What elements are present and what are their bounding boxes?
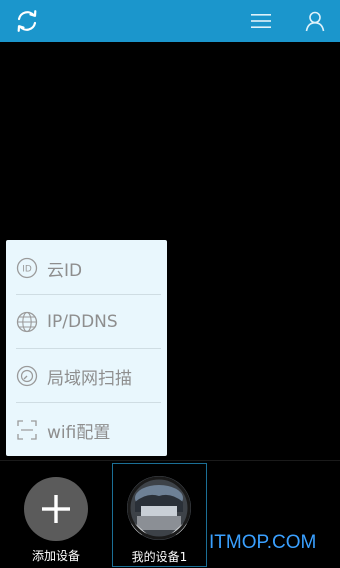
- globe-icon: [16, 311, 38, 333]
- refresh-button[interactable]: [10, 0, 44, 42]
- menu-icon: [251, 14, 271, 28]
- menu-item-cloud-id[interactable]: ID 云ID: [6, 241, 167, 295]
- cloud-id-icon: ID: [16, 257, 38, 279]
- user-icon: [305, 11, 325, 32]
- menu-item-label: 局域网扫描: [47, 368, 132, 389]
- add-device-button[interactable]: 添加设备: [18, 477, 94, 567]
- menu-item-label: 云ID: [47, 260, 83, 281]
- device-name: 我的设备1: [131, 550, 188, 564]
- watermark: ITMOP.COM: [209, 532, 317, 553]
- menu-button[interactable]: [244, 0, 278, 42]
- device-thumbnail: [127, 476, 191, 540]
- svg-text:ID: ID: [22, 265, 32, 275]
- refresh-icon: [17, 10, 37, 32]
- menu-item-lan-scan[interactable]: 局域网扫描: [6, 349, 167, 403]
- add-device-label: 添加设备: [31, 549, 80, 563]
- lan-scan-icon: [16, 365, 38, 387]
- device-item-1[interactable]: 我的设备1: [112, 463, 207, 567]
- menu-item-ip-ddns[interactable]: IP/DDNS: [6, 295, 167, 349]
- add-device-menu: ID 云ID IP/DDNS 局域网扫描 wifi配置: [6, 240, 167, 456]
- scan-frame-icon: [16, 419, 38, 441]
- add-device-circle: [24, 477, 88, 541]
- menu-item-label: wifi配置: [47, 422, 111, 443]
- menu-item-label: IP/DDNS: [47, 312, 118, 332]
- menu-item-wifi-config[interactable]: wifi配置: [6, 403, 167, 457]
- plus-icon: [42, 495, 70, 523]
- top-bar: [0, 0, 340, 42]
- user-button[interactable]: [298, 0, 332, 42]
